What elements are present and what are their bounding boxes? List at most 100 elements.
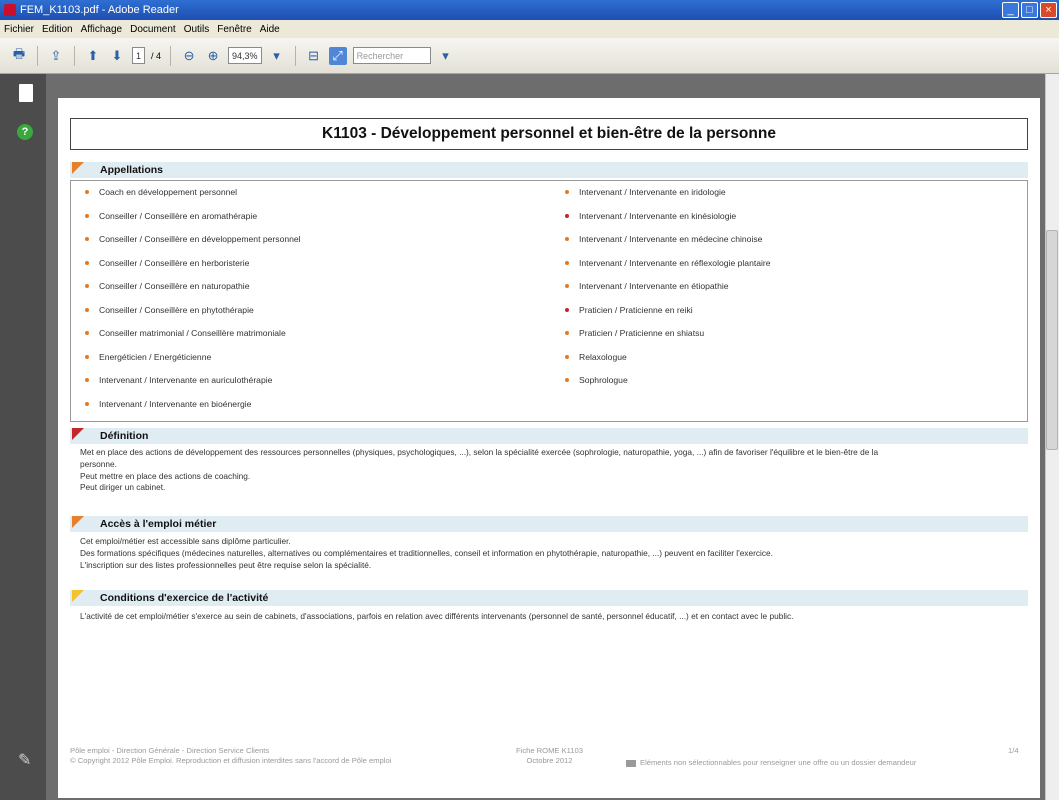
footer-line: Octobre 2012	[526, 756, 573, 765]
bullet-icon	[565, 190, 569, 194]
window-title-bar[interactable]: FEM_K1103.pdf - Adobe Reader _ □ ×	[0, 0, 1059, 20]
appellation-item: Conseiller / Conseillère en herboristeri…	[71, 256, 301, 280]
appellation-item: Conseiller / Conseillère en aromathérapi…	[71, 209, 301, 233]
zoom-dropdown-icon[interactable]: ▾	[268, 47, 286, 65]
text-line: Peut mettre en place des actions de coac…	[80, 470, 251, 481]
previous-page-icon[interactable]: ⬆	[84, 47, 102, 65]
menu-aide[interactable]: Aide	[260, 24, 280, 35]
page-thumbnails-icon[interactable]	[19, 84, 33, 102]
appellations-right-column: Intervenant / Intervenante en iridologie…	[551, 185, 771, 397]
footer-line: Eléments non sélectionnables pour rensei…	[640, 758, 917, 767]
appellation-item: Intervenant / Intervenante en étiopathie	[551, 279, 771, 303]
definition-text: Met en place des actions de développemen…	[80, 447, 1030, 494]
scrollbar-thumb[interactable]	[1046, 230, 1058, 450]
bullet-icon	[85, 260, 89, 265]
text-line: personne.	[80, 458, 117, 469]
appellation-item: Relaxologue	[551, 350, 771, 374]
menu-fichier[interactable]: Fichier	[4, 24, 34, 35]
toolbar-separator	[37, 45, 38, 66]
footer-center: Fiche ROME K1103 Octobre 2012	[516, 746, 583, 766]
share-icon[interactable]: ⇪	[47, 47, 65, 65]
appellation-item: Praticien / Praticienne en shiatsu	[551, 326, 771, 350]
menu-fenetre[interactable]: Fenêtre	[217, 24, 251, 35]
bullet-icon	[565, 378, 569, 382]
appellation-label: Conseiller / Conseillère en développemen…	[99, 234, 301, 244]
navigation-pane: ? ✎	[0, 74, 46, 800]
appellation-label: Intervenant / Intervenante en étiopathie	[579, 281, 729, 291]
fit-page-icon[interactable]: ⊟	[305, 47, 323, 65]
appellation-item: Conseiller / Conseillère en naturopathie	[71, 279, 301, 303]
appellation-item: Conseiller matrimonial / Conseillère mat…	[71, 326, 301, 350]
appellation-label: Sophrologue	[579, 375, 628, 385]
appellations-list: Coach en développement personnel Conseill…	[70, 180, 1028, 422]
section-appellations-header: Appellations	[70, 162, 1028, 178]
appellation-label: Conseiller / Conseillère en aromathérapi…	[99, 210, 258, 221]
appellation-label: Intervenant / Intervenante en iridologie	[579, 187, 726, 197]
bullet-icon	[565, 260, 569, 265]
text-line: L'activité de cet emploi/métier s'exerce…	[80, 611, 794, 621]
bullet-icon	[85, 378, 89, 382]
bullet-icon	[85, 213, 89, 218]
section-flag-icon	[72, 516, 84, 528]
fit-width-icon[interactable]: ⤢	[328, 46, 347, 65]
bullet-icon	[85, 307, 89, 312]
footer-line: Fiche ROME K1103	[516, 746, 583, 755]
toolbar-separator	[170, 45, 172, 66]
appellation-label: Praticien / Praticienne en reiki	[579, 304, 693, 315]
maximize-button[interactable]: □	[1021, 2, 1038, 18]
attachments-icon[interactable]: ✎	[18, 750, 31, 770]
section-heading: Conditions d'exercice de l'activité	[100, 592, 269, 604]
footer-page-number: 1/4	[1008, 746, 1019, 755]
menu-document[interactable]: Document	[130, 24, 176, 35]
menu-bar: Fichier Edition Affichage Document Outil…	[0, 20, 1059, 38]
vertical-scrollbar[interactable]	[1045, 74, 1059, 800]
appellation-label: Conseiller / Conseillère en herboristeri…	[99, 257, 250, 268]
pdf-page: K1103 - Développement personnel et bien-…	[58, 98, 1040, 798]
appellation-item: Praticien / Praticienne en reiki	[551, 303, 771, 327]
bullet-icon	[565, 331, 569, 335]
menu-affichage[interactable]: Affichage	[81, 24, 123, 35]
window-controls: _ □ ×	[1002, 2, 1057, 18]
close-button[interactable]: ×	[1040, 2, 1057, 18]
footer-line: © Copyright 2012 Pôle Emploi. Reproducti…	[70, 756, 392, 765]
appellation-label: Coach en développement personnel	[99, 187, 238, 197]
appellation-item: Coach en développement personnel	[71, 185, 301, 209]
section-heading: Définition	[100, 430, 149, 442]
print-icon[interactable]: 🖶	[10, 46, 28, 65]
appellation-item: Intervenant / Intervenante en médecine c…	[551, 232, 771, 256]
appellation-label: Praticien / Praticienne en shiatsu	[579, 328, 705, 338]
bullet-icon	[565, 307, 569, 312]
menu-outils[interactable]: Outils	[184, 24, 210, 35]
footer-line: Pôle emploi - Direction Générale - Direc…	[70, 746, 270, 755]
menu-edition[interactable]: Edition	[42, 24, 73, 35]
keyboard-icon	[626, 759, 636, 767]
page-number-input[interactable]: 1	[132, 47, 146, 64]
text-line: Des formations spécifiques (médecines na…	[80, 547, 773, 558]
search-input[interactable]: Rechercher	[352, 47, 431, 64]
appellation-label: Intervenant / Intervenante en réflexolog…	[579, 257, 771, 268]
bullet-icon	[85, 354, 89, 359]
next-page-icon[interactable]: ⬇	[108, 47, 126, 65]
bullet-icon	[565, 354, 569, 359]
page-total: / 4	[151, 50, 162, 61]
toolbar-separator	[294, 45, 296, 66]
zoom-select[interactable]: 94,3%	[228, 47, 262, 64]
bullet-icon	[85, 401, 89, 406]
acces-text: Cet emploi/métier est accessible sans di…	[80, 536, 1030, 571]
appellations-left-column: Coach en développement personnel Conseill…	[71, 185, 301, 420]
conditions-text: L'activité de cet emploi/métier s'exerce…	[80, 611, 1030, 623]
toolbar: 🖶 ⇪ ⬆ ⬇ 1 / 4 ⊖ ⊕ 94,3% ▾ ⊟ ⤢ Rechercher…	[0, 38, 1059, 74]
appellation-label: Intervenant / Intervenante en auriculoth…	[99, 375, 273, 385]
appellation-label: Energéticien / Energéticienne	[99, 351, 212, 362]
search-dropdown-icon[interactable]: ▾	[437, 47, 455, 65]
minimize-button[interactable]: _	[1002, 2, 1019, 18]
appellation-item: Intervenant / Intervenante en bioénergie	[71, 397, 301, 421]
section-flag-icon	[72, 428, 84, 440]
footer-right-note: Eléments non sélectionnables pour rensei…	[626, 758, 916, 768]
zoom-out-icon[interactable]: ⊖	[180, 47, 198, 65]
section-heading: Appellations	[100, 164, 164, 176]
bullet-icon	[565, 237, 569, 241]
help-icon[interactable]: ?	[17, 124, 33, 140]
zoom-in-icon[interactable]: ⊕	[204, 47, 222, 65]
section-flag-icon	[72, 162, 84, 174]
